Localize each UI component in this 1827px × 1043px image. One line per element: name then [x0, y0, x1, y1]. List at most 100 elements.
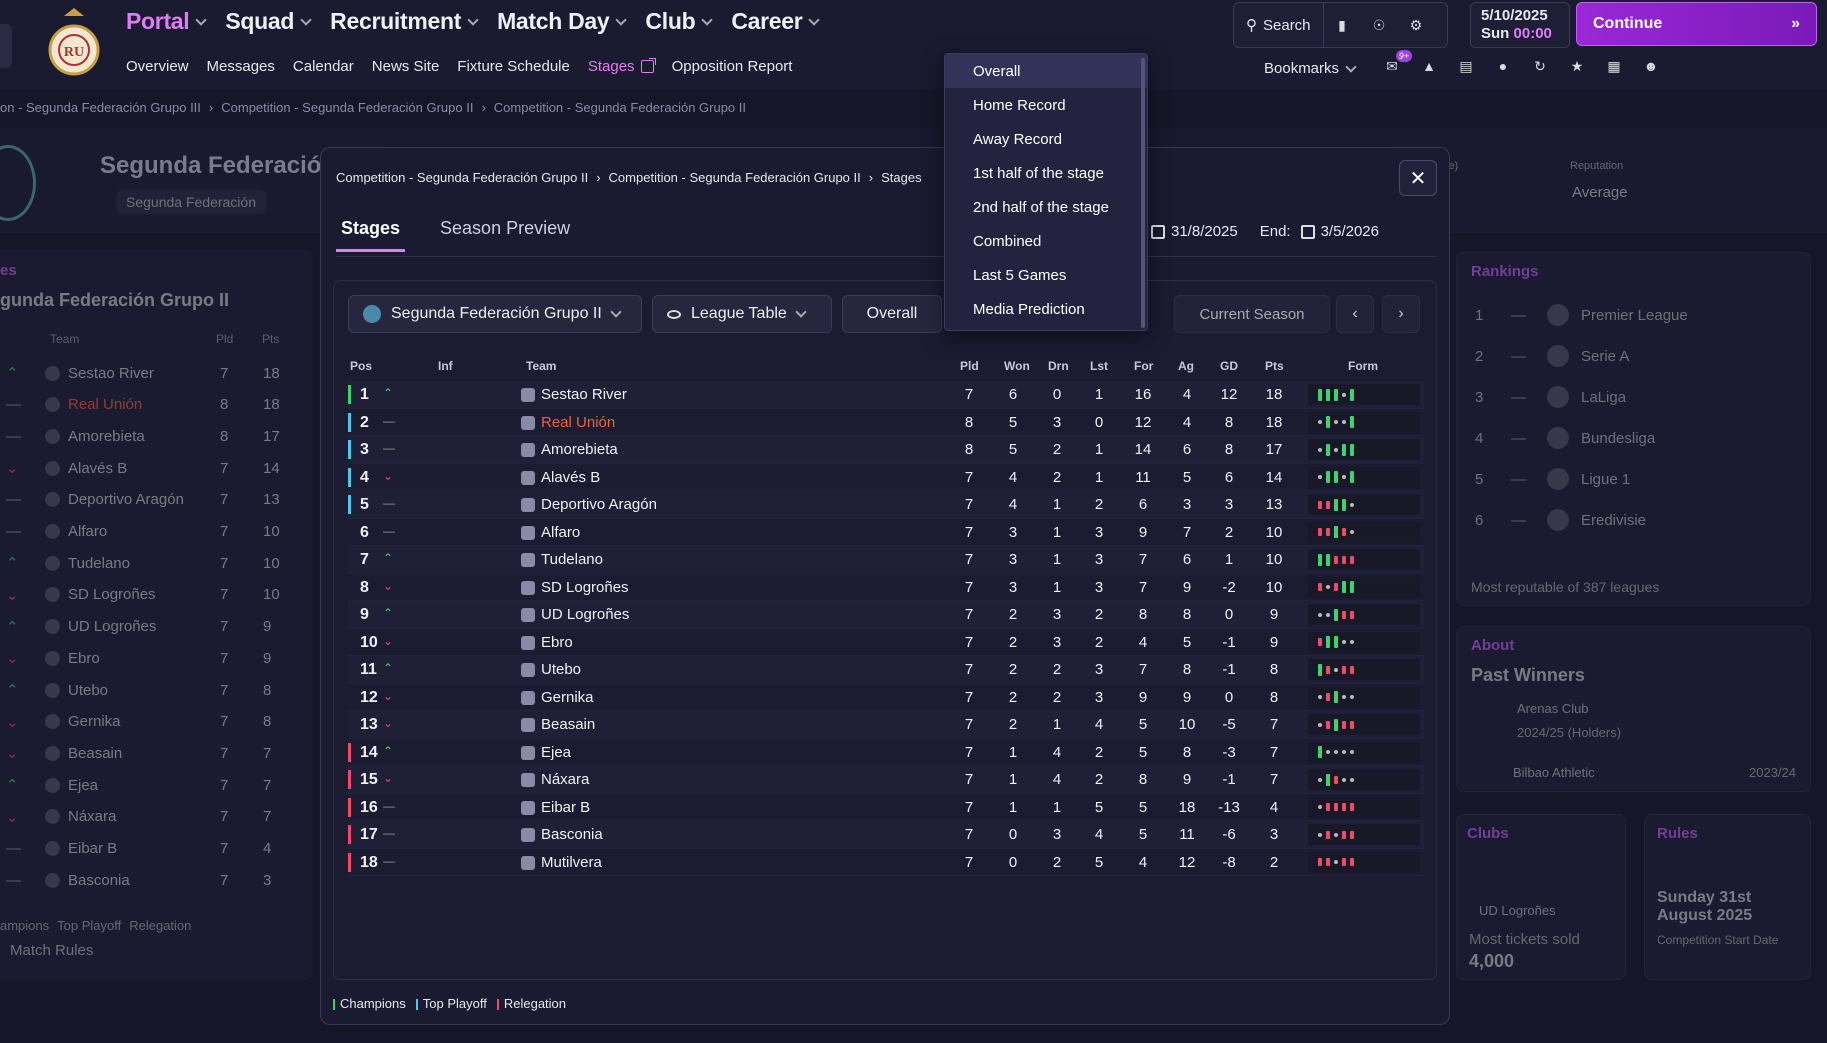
form-guide[interactable] [1308, 494, 1420, 515]
record-select[interactable]: Overall [842, 295, 942, 333]
column-header-lst[interactable]: Lst [1090, 359, 1108, 373]
breadcrumb-item[interactable]: Stages [881, 170, 921, 185]
team-name[interactable]: Náxara [541, 771, 589, 788]
table-row[interactable]: 4 ⌄ Alavés B 7 4 2 1 11 5 6 14 [348, 464, 1424, 491]
team-name[interactable]: Amorebieta [541, 441, 618, 458]
team-name[interactable]: Tudelano [541, 551, 603, 568]
table-row[interactable]: 13 ⌄ Beasain 7 2 1 4 5 10 -5 7 [348, 711, 1424, 739]
form-guide[interactable] [1308, 466, 1420, 488]
left-table-row[interactable]: ⌃ Utebo 7 8 [0, 675, 290, 705]
form-guide[interactable] [1308, 714, 1420, 735]
tab-stages[interactable]: Stages [336, 218, 406, 252]
prev-season-button[interactable]: ‹ [1336, 295, 1374, 333]
column-header-drn[interactable]: Drn [1048, 359, 1069, 373]
left-table-row[interactable]: ⌄ SD Logroñes 7 10 [0, 580, 290, 610]
dropdown-item-combined[interactable]: Combined [945, 224, 1147, 258]
left-table-row[interactable]: ⌄ Alavés B 7 14 [0, 453, 290, 483]
dropdown-scrollbar[interactable] [1141, 58, 1145, 328]
form-guide[interactable] [1308, 686, 1420, 708]
table-row[interactable]: 8 ⌄ SD Logroñes 7 3 1 3 7 9 -2 10 [348, 574, 1424, 601]
left-table-row[interactable]: ⌄ Náxara 7 7 [0, 802, 290, 832]
team-name[interactable]: Real Unión [541, 414, 615, 431]
form-guide[interactable] [1308, 824, 1420, 845]
left-table-row[interactable]: ⌄ Ebro 7 9 [0, 643, 290, 673]
column-header-pld[interactable]: Pld [960, 359, 979, 373]
left-table-row[interactable]: ⌃ Sestao River 7 18 [0, 358, 290, 388]
team-name[interactable]: Mutilvera [541, 854, 602, 871]
column-header-inf[interactable]: Inf [438, 359, 453, 373]
form-guide[interactable] [1308, 851, 1420, 873]
dropdown-item-home-record[interactable]: Home Record [945, 88, 1147, 122]
left-table-row[interactable]: — Basconia 7 3 [0, 865, 290, 895]
table-row[interactable]: 2 — Real Unión 8 5 3 0 12 4 8 18 [348, 409, 1424, 436]
team-name[interactable]: Eibar B [541, 799, 590, 816]
ranking-row[interactable]: 3 — LaLiga [1475, 377, 1795, 417]
form-guide[interactable] [1308, 659, 1420, 680]
table-row[interactable]: 7 ⌃ Tudelano 7 3 1 3 7 6 1 10 [348, 546, 1424, 574]
left-table-row[interactable]: — Alfaro 7 10 [0, 517, 290, 547]
team-name[interactable]: UD Logroñes [541, 606, 629, 623]
column-header-team[interactable]: Team [526, 359, 556, 373]
left-table-row[interactable]: — Amorebieta 8 17 [0, 421, 290, 451]
left-table-row[interactable]: — Deportivo Aragón 7 13 [0, 485, 290, 515]
left-table-row[interactable]: ⌃ Ejea 7 7 [0, 770, 290, 800]
dropdown-item-2nd-half-of-the-stage[interactable]: 2nd half of the stage [945, 190, 1147, 224]
form-guide[interactable] [1308, 604, 1420, 625]
table-row[interactable]: 18 — Mutilvera 7 0 2 5 4 12 -8 2 [348, 849, 1424, 876]
table-row[interactable]: 11 ⌃ Utebo 7 2 2 3 7 8 -1 8 [348, 656, 1424, 684]
team-name[interactable]: Utebo [541, 661, 581, 678]
tab-season-preview[interactable]: Season Preview [435, 218, 575, 252]
table-row[interactable]: 16 — Eibar B 7 1 1 5 5 18 -13 4 [348, 794, 1424, 821]
form-guide[interactable] [1308, 439, 1420, 460]
table-row[interactable]: 10 ⌄ Ebro 7 2 3 2 4 5 -1 9 [348, 629, 1424, 656]
form-guide[interactable] [1308, 796, 1420, 818]
ranking-row[interactable]: 1 — Premier League [1475, 295, 1795, 335]
form-guide[interactable] [1308, 741, 1420, 763]
table-row[interactable]: 17 — Basconia 7 0 3 4 5 11 -6 3 [348, 821, 1424, 849]
close-button[interactable]: ✕ [1399, 160, 1437, 196]
table-row[interactable]: 15 ⌄ Náxara 7 1 4 2 8 9 -1 7 [348, 766, 1424, 794]
table-row[interactable]: 1 ⌃ Sestao River 7 6 0 1 16 4 12 18 [348, 381, 1424, 409]
dropdown-item-last-5-games[interactable]: Last 5 Games [945, 258, 1147, 292]
left-table-row[interactable]: — Real Unión 8 18 [0, 390, 290, 420]
competition-subtitle[interactable]: Segunda Federación [116, 190, 266, 214]
column-header-form[interactable]: Form [1348, 359, 1378, 373]
match-rules-button[interactable]: Match Rules [0, 942, 103, 959]
team-name[interactable]: Deportivo Aragón [541, 496, 657, 513]
current-season-button[interactable]: Current Season [1174, 295, 1330, 333]
left-table-row[interactable]: ⌃ UD Logroñes 7 9 [0, 612, 290, 642]
ranking-row[interactable]: 2 — Serie A [1475, 336, 1795, 376]
column-header-gd[interactable]: GD [1220, 359, 1238, 373]
view-select[interactable]: League Table [652, 295, 832, 333]
ranking-row[interactable]: 6 — Eredivisie [1475, 500, 1795, 540]
left-table-row[interactable]: — Eibar B 7 4 [0, 834, 290, 864]
team-name[interactable]: Ebro [541, 634, 573, 651]
left-table-row[interactable]: ⌃ Tudelano 7 10 [0, 548, 290, 578]
team-name[interactable]: Alfaro [541, 524, 580, 541]
column-header-pos[interactable]: Pos [350, 359, 372, 373]
column-header-won[interactable]: Won [1004, 359, 1030, 373]
form-guide[interactable] [1308, 769, 1420, 790]
team-name[interactable]: Ejea [541, 744, 571, 761]
form-guide[interactable] [1308, 631, 1420, 653]
table-row[interactable]: 5 — Deportivo Aragón 7 4 1 2 6 3 3 13 [348, 491, 1424, 519]
dropdown-item-1st-half-of-the-stage[interactable]: 1st half of the stage [945, 156, 1147, 190]
breadcrumb-item[interactable]: Competition - Segunda Federación Grupo I… [609, 170, 861, 185]
team-name[interactable]: Beasain [541, 716, 595, 733]
form-guide[interactable] [1308, 521, 1420, 543]
form-guide[interactable] [1308, 576, 1420, 598]
form-guide[interactable] [1308, 384, 1420, 405]
team-name[interactable]: Basconia [541, 826, 603, 843]
dropdown-item-media-prediction[interactable]: Media Prediction [945, 292, 1147, 326]
column-header-pts[interactable]: Pts [1265, 359, 1284, 373]
dropdown-item-away-record[interactable]: Away Record [945, 122, 1147, 156]
team-name[interactable]: Sestao River [541, 386, 627, 403]
team-name[interactable]: Alavés B [541, 469, 600, 486]
table-row[interactable]: 6 — Alfaro 7 3 1 3 9 7 2 10 [348, 519, 1424, 546]
dropdown-item-overall[interactable]: Overall [945, 54, 1147, 88]
competition-select[interactable]: Segunda Federación Grupo II [348, 295, 642, 333]
table-row[interactable]: 12 ⌄ Gernika 7 2 2 3 9 9 0 8 [348, 684, 1424, 711]
breadcrumb-item[interactable]: Competition - Segunda Federación Grupo I… [336, 170, 588, 185]
table-row[interactable]: 3 — Amorebieta 8 5 2 1 14 6 8 17 [348, 436, 1424, 464]
ranking-row[interactable]: 5 — Ligue 1 [1475, 459, 1795, 499]
